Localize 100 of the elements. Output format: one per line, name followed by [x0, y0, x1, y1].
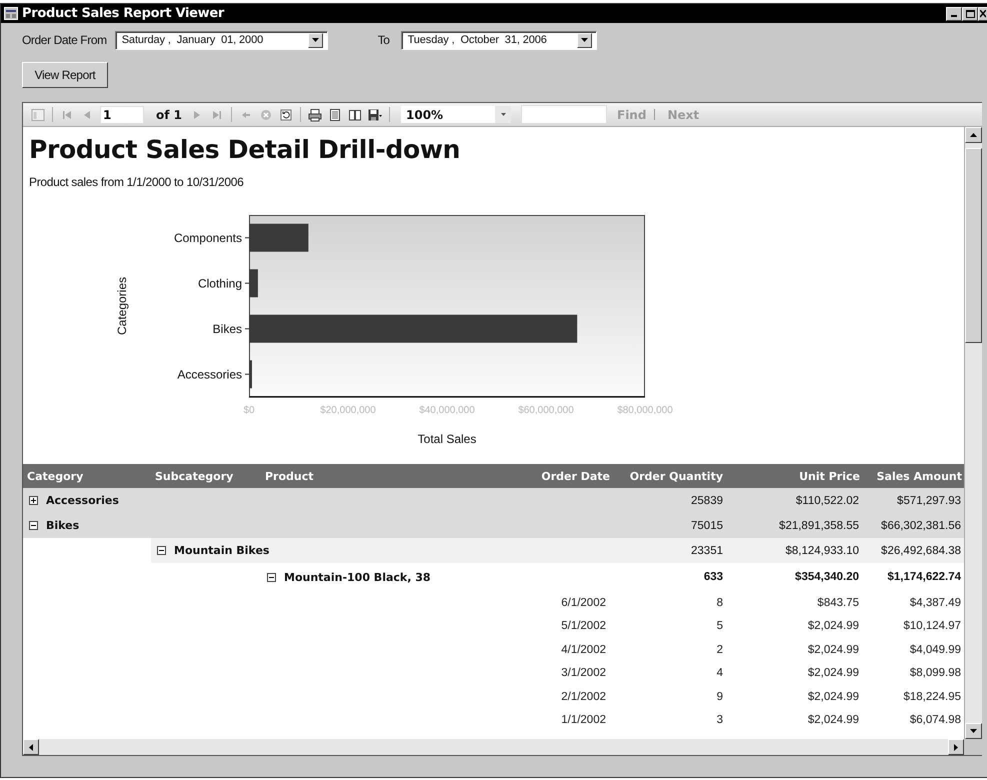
print-icon	[308, 108, 322, 122]
row-label: Mountain-100 Black, 38	[284, 570, 431, 584]
to-date-picker[interactable]: Tuesday , October 31, 2006	[400, 30, 597, 50]
table-cell-text: 9	[716, 690, 724, 705]
table-cell-text: 2	[716, 642, 724, 658]
table-cell-text: $1,174,622.74	[886, 570, 962, 585]
stop-icon	[259, 108, 273, 122]
table-cell-text: $2,024.99	[806, 713, 860, 728]
save-icon	[367, 108, 383, 122]
category-label: Components	[174, 230, 242, 245]
up-arrow-icon	[970, 133, 977, 137]
minimize-icon	[951, 15, 957, 17]
column-header: Category	[26, 470, 84, 482]
category-label: Bikes	[212, 322, 242, 336]
dropdown-button[interactable]	[308, 32, 323, 48]
caret-icon	[312, 38, 319, 42]
table-cell: $26,492,684.38	[864, 538, 964, 563]
page-setup-icon	[348, 108, 362, 122]
minus-icon	[267, 572, 276, 582]
tick-label: $20,000,000	[320, 405, 376, 416]
tick-label: $80,000,000	[617, 405, 673, 416]
scroll-thumb[interactable]	[965, 148, 982, 343]
table-cell-text: 1/1/2002	[560, 713, 607, 728]
column-header: Product	[264, 470, 315, 482]
down-arrow-icon	[970, 729, 977, 733]
table-cell-text: 6/1/2002	[560, 596, 607, 611]
tick-label: $0	[243, 405, 255, 416]
maximize-button[interactable]	[962, 6, 978, 20]
from-label: Order Date From	[22, 33, 107, 47]
table-cell-text: 2/1/2002	[560, 690, 607, 705]
bar	[249, 360, 252, 388]
report-subtitle: Product sales from 1/1/2000 to 10/31/2006	[28, 175, 245, 189]
column-header: Unit Price	[798, 470, 861, 482]
table-cell-text: 5	[716, 619, 724, 634]
column-header: Sales Amount	[876, 470, 963, 482]
caret-icon	[500, 113, 506, 116]
to-label: To	[378, 33, 390, 47]
axis-title: Total Sales	[418, 432, 476, 446]
table-cell-text: $843.75	[816, 596, 860, 611]
app-icon	[4, 7, 18, 20]
axis-title: Categories	[115, 276, 129, 336]
view-report-button[interactable]: View Report	[22, 62, 108, 88]
dropdown-button[interactable]	[576, 32, 592, 48]
row-label: Bikes	[46, 519, 80, 532]
table-cell: $571,297.93	[864, 488, 964, 513]
window-title: Product Sales Report Viewer	[22, 6, 224, 21]
table-cell-text: $6,074.98	[908, 713, 962, 728]
bar	[249, 224, 308, 252]
zoom-dropdown[interactable]: 100%	[401, 106, 511, 123]
row-label: Mountain Bikes	[174, 544, 270, 557]
table-cell: 25839	[614, 488, 731, 513]
table-cell: $110,522.02	[731, 488, 864, 513]
table-cell-text: 3/1/2002	[560, 666, 607, 682]
table-cell-text: $2,024.99	[806, 619, 860, 634]
left-arrow-icon	[29, 744, 33, 750]
right-arrow-icon	[954, 744, 958, 750]
toggle-button[interactable]	[29, 496, 38, 505]
table-cell-text: $8,099.98	[908, 666, 962, 682]
table-cell-text: $4,387.49	[908, 596, 962, 611]
column-header: Subcategory	[154, 470, 234, 482]
close-button[interactable]	[978, 6, 987, 20]
page-number-field[interactable]: 1	[100, 106, 144, 124]
plus-icon	[29, 496, 38, 505]
bar	[249, 269, 258, 298]
minimize-button[interactable]	[946, 6, 962, 20]
category-label: Clothing	[198, 276, 242, 290]
vertical-scrollbar[interactable]	[964, 127, 982, 739]
toggle-button[interactable]	[29, 521, 38, 530]
table-cell-text: 8	[716, 596, 724, 611]
refresh-icon	[279, 108, 293, 122]
category-label: Accessories	[177, 367, 242, 382]
toggle-button[interactable]	[157, 546, 166, 555]
table-cell-text: $2,024.99	[806, 666, 860, 682]
table-cell-text: 4/1/2002	[560, 642, 607, 658]
table-cell-text: $2,024.99	[806, 690, 860, 705]
table-cell-text: $18,224.95	[902, 690, 962, 705]
table-cell-text: 3	[716, 713, 724, 728]
column-header: Order Date	[540, 470, 611, 482]
table-cell: $8,124,933.10	[731, 538, 864, 563]
document-map-icon	[31, 108, 45, 122]
find-field[interactable]	[521, 105, 607, 124]
page-count-label: of 1	[156, 108, 182, 122]
table-cell-text: $10,124.97	[902, 619, 962, 634]
table-cell-text: $4,049.99	[908, 642, 962, 658]
table-cell: $21,891,358.55	[731, 513, 864, 538]
report-title: Product Sales Detail Drill-down	[28, 135, 462, 163]
table-cell-text: $354,340.20	[794, 570, 860, 585]
table-cell-text: $2,024.99	[806, 642, 860, 658]
from-date-picker[interactable]: Saturday , January 01, 2000	[114, 30, 328, 50]
close-icon	[980, 10, 986, 18]
toggle-button[interactable]	[267, 572, 276, 582]
table-cell-text: 4	[716, 666, 724, 682]
caret-icon	[580, 38, 588, 42]
horizontal-scrollbar[interactable]	[23, 739, 964, 755]
maximize-icon	[966, 10, 974, 18]
table-cell-text: 5/1/2002	[560, 619, 607, 634]
print-layout-icon	[328, 108, 342, 122]
minus-icon	[29, 521, 38, 530]
table-cell: 75015	[614, 513, 731, 538]
column-header: Order Quantity	[628, 470, 724, 482]
